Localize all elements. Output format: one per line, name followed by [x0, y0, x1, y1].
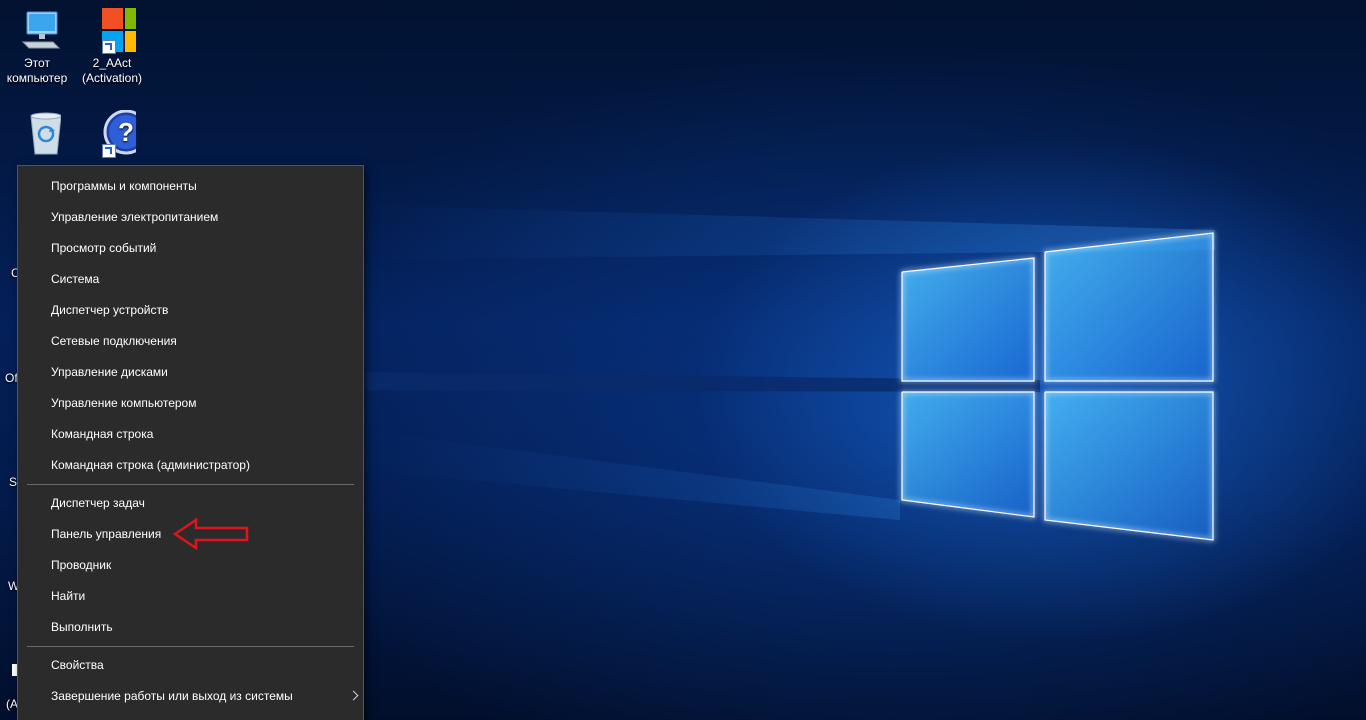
menu-item-network-connections[interactable]: Сетевые подключения — [18, 326, 363, 357]
menu-group-tools: Программы и компоненты Управление электр… — [18, 166, 363, 481]
menu-item-power-options[interactable]: Управление электропитанием — [18, 202, 363, 233]
menu-group-system: Свойства Завершение работы или выход из … — [18, 650, 363, 712]
partial-label: Of — [5, 371, 18, 385]
menu-item-shutdown-label: Завершение работы или выход из системы — [51, 689, 293, 703]
menu-item-properties[interactable]: Свойства — [18, 650, 363, 681]
partial-label: S — [9, 475, 18, 489]
recycle-bin-icon — [13, 110, 62, 158]
shortcut-arrow-icon — [102, 40, 116, 54]
menu-item-command-prompt-admin[interactable]: Командная строка (администратор) — [18, 450, 363, 481]
red-arrow-annotation-icon — [172, 517, 249, 551]
menu-item-file-explorer[interactable]: Проводник — [18, 550, 363, 581]
desktop-wallpaper: Этот компьютер 2_AAct (Activation) ? C O… — [0, 0, 1366, 720]
menu-separator — [27, 646, 354, 647]
computer-icon — [13, 6, 61, 54]
menu-item-task-manager[interactable]: Диспетчер задач — [18, 488, 363, 519]
shortcut-arrow-icon — [102, 144, 116, 158]
windows-logo-icon — [88, 6, 146, 54]
menu-separator — [27, 484, 354, 485]
menu-item-event-viewer[interactable]: Просмотр событий — [18, 233, 363, 264]
menu-item-search[interactable]: Найти — [18, 581, 363, 612]
menu-item-programs-features[interactable]: Программы и компоненты — [18, 171, 363, 202]
menu-group-apps: Диспетчер задач Панель управления Провод… — [18, 488, 363, 643]
power-user-menu: Программы и компоненты Управление электр… — [17, 165, 364, 720]
desktop-icon-aact[interactable]: 2_AAct (Activation) — [75, 6, 149, 86]
chevron-right-icon — [348, 690, 359, 701]
menu-item-disk-management[interactable]: Управление дисками — [18, 357, 363, 388]
menu-item-shutdown-signout[interactable]: Завершение работы или выход из системы — [18, 681, 363, 712]
desktop-icon-recycle-bin[interactable] — [0, 110, 74, 160]
menu-item-system[interactable]: Система — [18, 264, 363, 295]
desktop-icon-help[interactable]: ? — [75, 109, 149, 160]
help-question-icon: ? — [88, 109, 149, 158]
menu-item-command-prompt[interactable]: Командная строка — [18, 419, 363, 450]
menu-item-computer-management[interactable]: Управление компьютером — [18, 388, 363, 419]
menu-item-run[interactable]: Выполнить — [18, 612, 363, 643]
menu-item-device-manager[interactable]: Диспетчер устройств — [18, 295, 363, 326]
svg-text:?: ? — [118, 117, 134, 147]
desktop-icon-this-pc[interactable]: Этот компьютер — [0, 6, 74, 86]
